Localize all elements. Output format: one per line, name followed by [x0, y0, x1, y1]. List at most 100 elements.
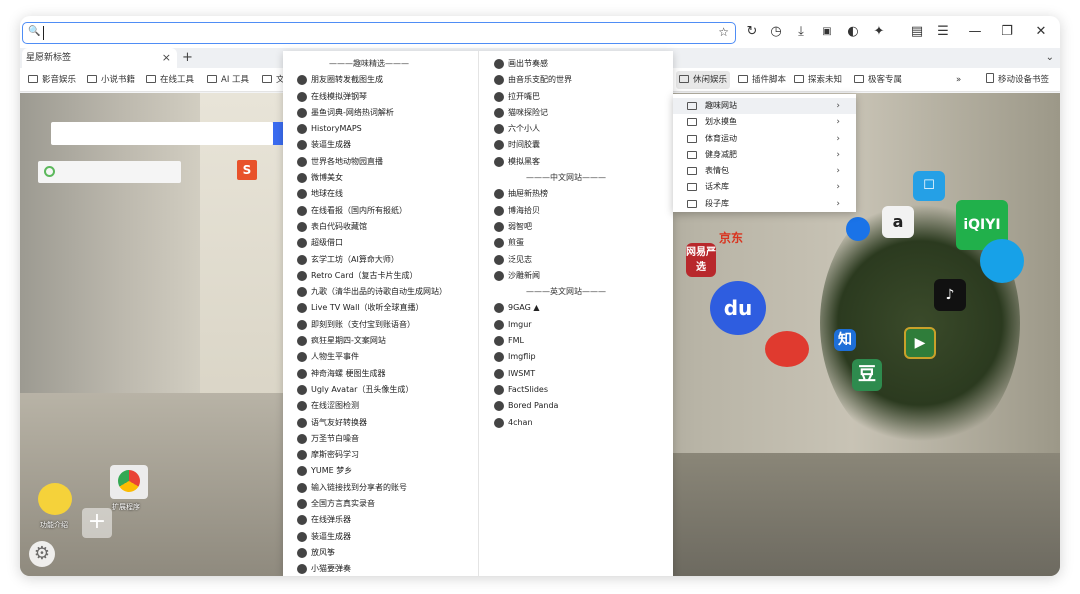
baidu-app-icon[interactable]: du	[710, 281, 766, 335]
tab-list-dropdown-icon[interactable]: ⌄	[1046, 48, 1054, 68]
menu-item[interactable]: 猫咪探险记	[494, 105, 673, 121]
menu-item[interactable]: 9GAG ▲	[494, 300, 673, 316]
extension-icon[interactable]: ▣	[817, 22, 837, 42]
video-app-icon[interactable]	[980, 239, 1024, 283]
app-label[interactable]: 网易严选	[686, 243, 716, 277]
menu-item[interactable]: 输入链接找到分享者的账号	[297, 480, 478, 496]
menu-item[interactable]: 博海拾贝	[494, 203, 673, 219]
menu-item[interactable]: 万圣节白噪音	[297, 431, 478, 447]
menu-item[interactable]: IWSMT	[494, 366, 673, 382]
menu-item[interactable]: 在线看报（国内所有报纸）	[297, 203, 478, 219]
menu-item[interactable]: 在线涩图检测	[297, 398, 478, 414]
menu-item[interactable]: 沙雕新闻	[494, 268, 673, 284]
menu-item[interactable]: 装逼生成器	[297, 529, 478, 545]
search-button[interactable]	[273, 122, 283, 145]
bookmark-folder[interactable]: 小说书籍	[87, 68, 135, 92]
menu-item[interactable]: 时间胶囊	[494, 137, 673, 153]
menu-item[interactable]: 六个小人	[494, 121, 673, 137]
submenu-item[interactable]: 体育运动 ›	[673, 131, 856, 147]
secondary-search-input[interactable]	[38, 161, 181, 183]
bookmark-star-icon[interactable]: ☆	[718, 25, 729, 39]
menu-item[interactable]: 泛见志	[494, 252, 673, 268]
menu-item[interactable]: 人物生平事件	[297, 349, 478, 365]
add-shortcut-button[interactable]: +	[82, 508, 112, 538]
tab-new-tab[interactable]: 星愿新标签 ×	[22, 48, 177, 68]
menu-item[interactable]: 全国方言真实录音	[297, 496, 478, 512]
menu-item[interactable]: Imgflip	[494, 349, 673, 365]
settings-gear-icon[interactable]: ⚙	[29, 541, 55, 567]
chrome-app-icon[interactable]	[110, 465, 148, 499]
refresh-icon[interactable]: ↻	[742, 22, 762, 42]
menu-item[interactable]: YUME 梦乡	[297, 463, 478, 479]
submenu-item[interactable]: 话术库 ›	[673, 179, 856, 195]
download-icon[interactable]: ⤓	[791, 22, 811, 42]
menu-item[interactable]: Retro Card（复古卡片生成）	[297, 268, 478, 284]
amazon-app-icon[interactable]: a	[882, 206, 914, 238]
menu-item[interactable]: 由音乐支配的世界	[494, 72, 673, 88]
mobile-bookmarks[interactable]: 移动设备书签	[986, 68, 1049, 92]
menu-item[interactable]: FML	[494, 333, 673, 349]
star-app-icon[interactable]	[38, 483, 72, 515]
address-bar[interactable]: 🔍 ☆	[22, 22, 736, 44]
tab-close-icon[interactable]: ×	[162, 48, 171, 68]
menu-item[interactable]: FactSlides	[494, 382, 673, 398]
more-bookmarks-button[interactable]: »	[956, 68, 961, 92]
dark-mode-icon[interactable]: ◐	[843, 22, 863, 42]
bookmark-folder[interactable]: 插件脚本	[738, 68, 786, 92]
search-input[interactable]	[51, 122, 273, 145]
jd-app-icon[interactable]: 京东	[712, 229, 750, 251]
bookmark-folder[interactable]: 极客专属	[854, 68, 902, 92]
menu-item[interactable]: 装逼生成器	[297, 137, 478, 153]
menu-item[interactable]: 在线模拟弹钢琴	[297, 89, 478, 105]
menu-item[interactable]: Bored Panda	[494, 398, 673, 414]
menu-item[interactable]: 世界各地动物园直播	[297, 154, 478, 170]
sogou-icon[interactable]: S	[237, 160, 257, 180]
menu-item[interactable]: 朋友圈转发截图生成	[297, 72, 478, 88]
menu-item[interactable]: 神奇海螺 梗图生成器	[297, 366, 478, 382]
menu-item[interactable]: 即刻到账（支付宝到账语音）	[297, 317, 478, 333]
bookmark-folder-active[interactable]: 休闲娱乐	[676, 71, 731, 89]
bookmark-folder[interactable]: 影音娱乐	[28, 68, 76, 92]
history-icon[interactable]: ◷	[766, 22, 786, 42]
submenu-item[interactable]: 趣味网站 ›	[673, 98, 856, 115]
minimize-icon[interactable]: —	[965, 22, 985, 42]
menu-item[interactable]: 在线弹乐器	[297, 512, 478, 528]
menu-item[interactable]: 微博美女	[297, 170, 478, 186]
menu-item[interactable]: 摩斯密码学习	[297, 447, 478, 463]
menu-item[interactable]: 地球在线	[297, 186, 478, 202]
menu-item[interactable]: Ugly Avatar（丑头像生成）	[297, 382, 478, 398]
bilibili-app-icon[interactable]: ☐	[913, 171, 945, 201]
menu-item[interactable]: 弱智吧	[494, 219, 673, 235]
new-tab-button[interactable]: +	[182, 48, 193, 68]
menu-icon[interactable]: ☰	[933, 22, 953, 42]
menu-item[interactable]: 疯狂星期四-文案网站	[297, 333, 478, 349]
submenu-item[interactable]: 划水摸鱼 ›	[673, 114, 856, 130]
play-app-icon[interactable]: ▶	[904, 327, 936, 359]
close-icon[interactable]: ✕	[1031, 22, 1051, 42]
menu-item[interactable]: HistoryMAPS	[297, 121, 478, 137]
restore-icon[interactable]: ❐	[997, 22, 1017, 42]
menu-item[interactable]: 煎蛋	[494, 235, 673, 251]
menu-item[interactable]: 表白代码收藏馆	[297, 219, 478, 235]
menu-item[interactable]: 超级借口	[297, 235, 478, 251]
puzzle-icon[interactable]: ✦	[869, 22, 889, 42]
app-label[interactable]: 豆	[852, 359, 882, 391]
menu-item[interactable]: 拉开嘴巴	[494, 89, 673, 105]
menu-item[interactable]: 玄学工坊（AI算命大师）	[297, 252, 478, 268]
menu-item[interactable]: 九歌（清华出品的诗歌自动生成网站）	[297, 284, 478, 300]
reader-icon[interactable]: ▤	[907, 22, 927, 42]
menu-item[interactable]: 墨鱼词典-网络热词解析	[297, 105, 478, 121]
submenu-item[interactable]: 表情包 ›	[673, 163, 856, 179]
submenu-item[interactable]: 健身减肥 ›	[673, 147, 856, 163]
app-label[interactable]: 知	[834, 329, 856, 351]
menu-item[interactable]: 语气友好转换器	[297, 415, 478, 431]
weibo-app-icon[interactable]	[765, 331, 809, 367]
menu-item[interactable]: Live TV Wall（收听全球直播）	[297, 300, 478, 316]
bookmark-folder[interactable]: 探索未知	[794, 68, 842, 92]
menu-item[interactable]: 画出节奏感	[494, 56, 673, 72]
browser-app-icon[interactable]	[846, 217, 870, 241]
bookmark-folder[interactable]: AI 工具	[207, 68, 249, 92]
menu-item[interactable]: 4chan	[494, 415, 673, 431]
menu-item[interactable]: 抽屉新热榜	[494, 186, 673, 202]
menu-item[interactable]: 放风筝	[297, 545, 478, 561]
